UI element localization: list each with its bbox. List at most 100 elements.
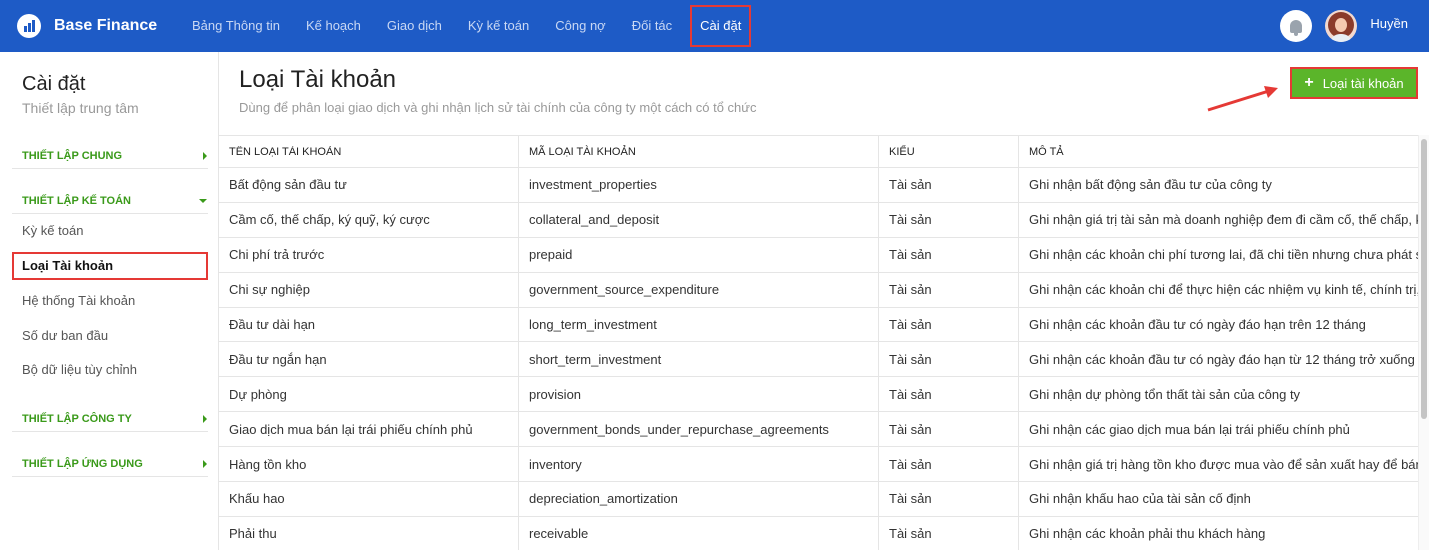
cell-name: Đầu tư ngắn hạn — [229, 351, 327, 367]
plus-icon: + — [1304, 74, 1314, 91]
top-navbar: Base Finance Bảng Thông tin Kế hoạch Gia… — [0, 0, 1429, 52]
cell-type: Tài sản — [878, 377, 1018, 412]
chevron-right-icon — [203, 460, 207, 468]
nav-item-settings[interactable]: Cài đặt — [690, 5, 752, 47]
section-general-settings[interactable]: THIẾT LẬP CHUNG — [12, 143, 208, 169]
table-row[interactable]: Hàng tồn kho inventory Tài sản Ghi nhận giá… — [219, 447, 1418, 483]
section-label: THIẾT LẬP ỨNG DỤNG — [22, 457, 143, 470]
table-row[interactable]: Khấu hao depreciation_amortization Tài sản… — [219, 482, 1418, 517]
cell-type: Tài sản — [878, 307, 1018, 342]
cell-description: Ghi nhận các giao dịch mua bán lại trái … — [1018, 412, 1418, 447]
nav-item-transactions[interactable]: Giao dịch — [374, 5, 455, 47]
cell-name: Dự phòng — [229, 386, 287, 402]
nav-item-accounting-periods[interactable]: Kỳ kế toán — [455, 5, 542, 47]
cell-name: Giao dịch mua bán lại trái phiếu chính p… — [229, 421, 473, 437]
section-company-settings[interactable]: THIẾT LẬP CÔNG TY — [12, 406, 208, 432]
user-area: Huyền — [1280, 0, 1429, 52]
chart-logo-icon — [17, 14, 41, 38]
cell-code: provision — [518, 377, 878, 412]
cell-code: government_bonds_under_repurchase_agreem… — [518, 412, 878, 447]
chevron-right-icon — [203, 415, 207, 423]
cell-code: collateral_and_deposit — [518, 202, 878, 237]
section-app-settings[interactable]: THIẾT LẬP ỨNG DỤNG — [12, 451, 208, 477]
cell-description: Ghi nhận các khoản đầu tư có ngày đáo hạ… — [1018, 307, 1418, 342]
table-row[interactable]: Cầm cố, thế chấp, ký quỹ, ký cược collate… — [219, 202, 1418, 238]
avatar[interactable] — [1325, 10, 1358, 42]
cell-description: Ghi nhận các khoản phải thu khách hàng — [1018, 516, 1418, 550]
table-row[interactable]: Bất động sản đầu tư investment_properties… — [219, 168, 1418, 203]
table-row[interactable]: Giao dịch mua bán lại trái phiếu chính p… — [219, 412, 1418, 448]
page-title: Loại Tài khoản — [239, 66, 397, 93]
header-description[interactable]: MÔ TẢ — [1018, 136, 1418, 167]
section-accounting-settings[interactable]: THIẾT LẬP KẾ TOÁN — [12, 188, 208, 214]
cell-type: Tài sản — [878, 168, 1018, 202]
header-type[interactable]: KIỂU — [878, 136, 1018, 167]
brand-name: Base Finance — [54, 17, 158, 34]
cell-type: Tài sản — [878, 482, 1018, 516]
sidebar-item-accounting-periods[interactable]: Kỳ kế toán — [12, 217, 208, 245]
cell-name: Đầu tư dài hạn — [229, 317, 316, 332]
cell-name: Khấu hao — [229, 491, 285, 507]
cell-type: Tài sản — [878, 447, 1018, 482]
cell-description: Ghi nhận bất động sản đầu tư của công ty — [1018, 168, 1418, 202]
cell-code: inventory — [518, 447, 878, 482]
cell-code: short_term_investment — [518, 342, 878, 377]
user-name[interactable]: Huyền — [1370, 16, 1408, 31]
cell-name: Bất động sản đầu tư — [229, 177, 347, 193]
table-row[interactable]: Dự phòng provision Tài sản Ghi nhận dự phòn… — [219, 377, 1418, 413]
cell-type: Tài sản — [878, 516, 1018, 550]
brand-logo[interactable]: Base Finance — [17, 14, 167, 38]
section-label: THIẾT LẬP CHUNG — [22, 149, 123, 162]
header-name[interactable]: TÊN LOẠI TÀI KHOẢN — [219, 146, 518, 158]
sidebar-item-custom-datasets[interactable]: Bộ dữ liệu tùy chỉnh — [12, 356, 208, 384]
sidebar-item-account-types[interactable]: Loại Tài khoản — [12, 252, 208, 280]
sidebar-item-chart-of-accounts[interactable]: Hệ thống Tài khoản — [12, 287, 208, 315]
section-label: THIẾT LẬP CÔNG TY — [22, 412, 132, 425]
cell-description: Ghi nhận dự phòng tổn thất tài sản của c… — [1018, 377, 1418, 412]
annotation-arrow-icon — [1207, 86, 1278, 112]
cell-name: Hàng tồn kho — [229, 456, 307, 472]
nav-item-partners[interactable]: Đối tác — [619, 5, 685, 47]
table-row[interactable]: Chi sự nghiệp government_source_expenditu… — [219, 272, 1418, 308]
nav-item-planning[interactable]: Kế hoạch — [293, 5, 374, 47]
cell-description: Ghi nhận các khoản đầu tư có ngày đáo hạ… — [1018, 342, 1418, 377]
sidebar-subtitle: Thiết lập trung tâm — [22, 100, 139, 116]
cell-code: long_term_investment — [518, 307, 878, 342]
add-account-type-button[interactable]: + Loại tài khoản — [1290, 67, 1418, 99]
chevron-down-icon — [199, 199, 207, 203]
table-header-row: TÊN LOẠI TÀI KHOẢN MÃ LOẠI TÀI KHOẢN KIỂ… — [219, 136, 1418, 168]
table-row[interactable]: Đầu tư ngắn hạn short_term_investment Tài … — [219, 342, 1418, 378]
notification-bell-icon[interactable] — [1280, 10, 1313, 42]
cell-type: Tài sản — [878, 202, 1018, 237]
section-label: THIẾT LẬP KẾ TOÁN — [22, 194, 131, 207]
settings-sidebar: Cài đặt Thiết lập trung tâm THIẾT LẬP CH… — [0, 52, 219, 550]
cell-type: Tài sản — [878, 342, 1018, 377]
cell-type: Tài sản — [878, 412, 1018, 447]
table-row[interactable]: Chi phí trả trước prepaid Tài sản Ghi nhận … — [219, 237, 1418, 273]
table-row[interactable]: Phải thu receivable Tài sản Ghi nhận các kh… — [219, 516, 1418, 550]
sidebar-item-opening-balances[interactable]: Số dư ban đầu — [12, 322, 208, 350]
table-body: Bất động sản đầu tư investment_properties… — [219, 168, 1418, 550]
page-description: Dùng để phân loại giao dịch và ghi nhận … — [239, 100, 757, 115]
cell-type: Tài sản — [878, 237, 1018, 272]
header-code[interactable]: MÃ LOẠI TÀI KHOẢN — [518, 136, 878, 167]
nav-item-dashboard[interactable]: Bảng Thông tin — [179, 5, 293, 47]
nav-item-debts[interactable]: Công nợ — [542, 5, 618, 47]
table-scrollbar[interactable] — [1418, 135, 1429, 550]
scrollbar-thumb[interactable] — [1421, 139, 1427, 419]
table-row[interactable]: Đầu tư dài hạn long_term_investment Tài sả… — [219, 307, 1418, 343]
cell-description: Ghi nhận các khoản chi để thực hiện các … — [1018, 272, 1418, 307]
cell-name: Phải thu — [229, 526, 277, 542]
cell-code: government_source_expenditure — [518, 272, 878, 307]
cell-description: Ghi nhận các khoản chi phí tương lai, đã… — [1018, 237, 1418, 272]
cell-description: Ghi nhận giá trị hàng tồn kho được mua v… — [1018, 447, 1418, 482]
sidebar-title: Cài đặt — [22, 73, 86, 95]
cell-code: depreciation_amortization — [518, 482, 878, 516]
cell-type: Tài sản — [878, 272, 1018, 307]
cell-code: receivable — [518, 516, 878, 550]
cell-code: prepaid — [518, 237, 878, 272]
cell-name: Chi sự nghiệp — [229, 282, 310, 298]
add-button-label: Loại tài khoản — [1322, 75, 1404, 91]
cell-description: Ghi nhận giá trị tài sản mà doanh nghiệp… — [1018, 202, 1418, 237]
cell-description: Ghi nhận khấu hao của tài sản cố định — [1018, 482, 1418, 516]
